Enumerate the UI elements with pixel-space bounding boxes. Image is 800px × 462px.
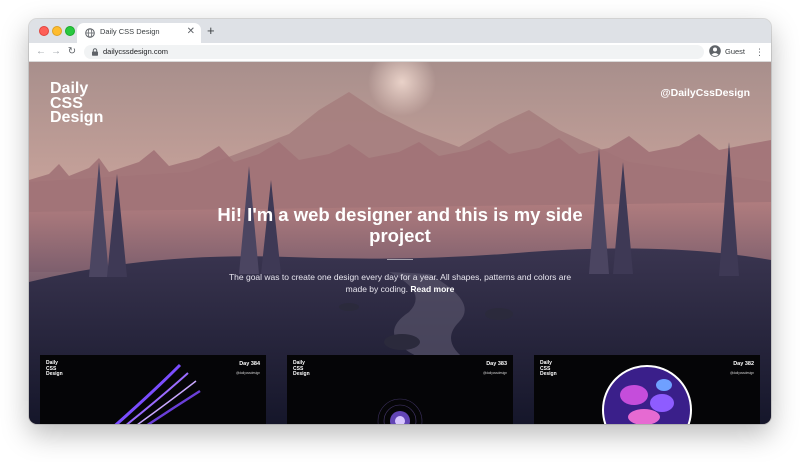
hero-divider [387, 259, 413, 260]
lock-icon [92, 48, 98, 56]
address-bar[interactable]: dailycssdesign.com [84, 45, 704, 59]
design-card-day-383[interactable]: Daily CSS Design Day 383 @dailycssdesign [287, 355, 513, 424]
logo-line: Design [50, 109, 104, 126]
card-artwork [602, 365, 692, 424]
tab-strip: Daily CSS Design ✕ + [29, 19, 771, 43]
profile-label: Guest [725, 47, 746, 56]
browser-tab[interactable]: Daily CSS Design ✕ [77, 23, 201, 43]
card-handle: @dailycssdesign [483, 371, 507, 375]
minimize-window-button[interactable] [52, 26, 62, 36]
globe-icon [85, 28, 95, 38]
close-window-button[interactable] [39, 26, 49, 36]
card-day-label: Day 382 [733, 361, 754, 367]
zoom-window-button[interactable] [65, 26, 75, 36]
browser-toolbar: ← → ↻ dailycssdesign.com Guest ⋮ [29, 43, 771, 62]
tab-title: Daily CSS Design [100, 27, 160, 36]
new-tab-button[interactable]: + [207, 24, 215, 38]
card-logo: Daily CSS Design [540, 360, 557, 377]
browser-window: Daily CSS Design ✕ + ← → ↻ dailycssdesig… [29, 19, 771, 424]
read-more-link[interactable]: Read more [410, 284, 454, 294]
design-card-day-384[interactable]: Daily CSS Design Day 384 @dailycssdesign [40, 355, 266, 424]
hero-intro: The goal was to create one design every … [225, 271, 575, 295]
intro-text: The goal was to create one design every … [228, 272, 572, 294]
card-logo: Daily CSS Design [293, 360, 310, 377]
hero-headline: Hi! I'm a web designer and this is my si… [217, 204, 583, 246]
back-arrow-icon[interactable]: ← [34, 45, 48, 59]
card-handle: @dailycssdesign [730, 371, 754, 375]
url-text: dailycssdesign.com [103, 47, 169, 56]
card-artwork [114, 363, 201, 424]
design-card-day-382[interactable]: Daily CSS Design Day 382 @dailycssdesign [534, 355, 760, 424]
site-logo[interactable]: Daily CSS Design [50, 81, 104, 126]
forward-arrow-icon[interactable]: → [49, 45, 63, 59]
avatar-icon [709, 45, 721, 57]
card-day-label: Day 384 [239, 361, 260, 367]
tab-close-icon[interactable]: ✕ [187, 26, 195, 38]
card-artwork [377, 398, 423, 424]
web-page: Daily CSS Design @DailyCssDesign Hi! I'm… [29, 62, 771, 424]
reload-icon[interactable]: ↻ [65, 45, 79, 59]
card-logo: Daily CSS Design [46, 360, 63, 377]
card-handle: @dailycssdesign [236, 371, 260, 375]
twitter-handle-link[interactable]: @DailyCssDesign [660, 87, 750, 99]
card-day-label: Day 383 [486, 361, 507, 367]
menu-icon[interactable]: ⋮ [755, 45, 764, 59]
